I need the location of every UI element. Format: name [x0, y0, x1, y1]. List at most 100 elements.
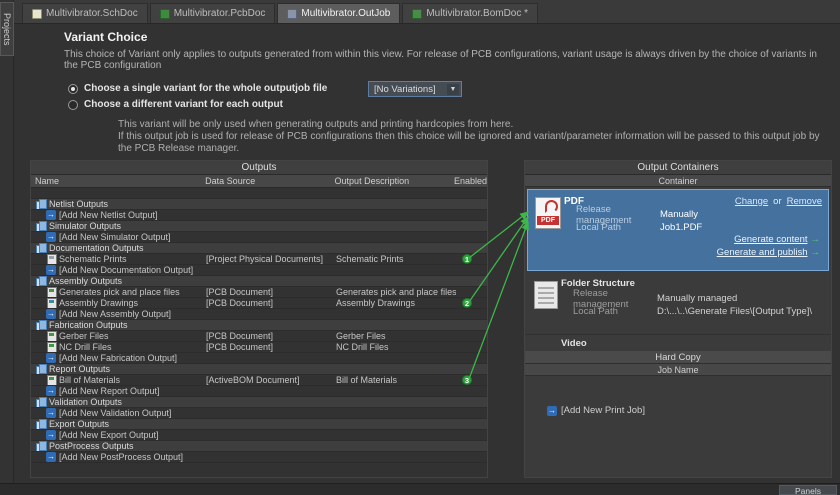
column-enabled[interactable]: Enabled [454, 176, 487, 186]
add-print-job-label: [Add New Print Job] [561, 405, 645, 416]
tab-multivibrator-pcbdoc[interactable]: Multivibrator.PcbDoc [150, 3, 276, 23]
row-name-cell: Fabrication Outputs [31, 320, 206, 330]
row-label: NC Drill Files [59, 342, 112, 352]
add-output-icon [46, 430, 56, 440]
output-row-generates-pick-and-place-files[interactable]: Generates pick and place files[PCB Docum… [31, 287, 487, 298]
remove-link[interactable]: Remove [787, 196, 822, 207]
generate-content-link[interactable]: Generate content [734, 234, 807, 245]
row-name-cell: [Add New Validation Output] [31, 408, 206, 418]
pick-and-place-icon [46, 287, 56, 297]
add-row-add-new-validation-output[interactable]: [Add New Validation Output] [31, 408, 487, 419]
category-row-simulator-outputs[interactable]: Simulator Outputs [31, 221, 487, 232]
add-row-add-new-simulator-output[interactable]: [Add New Simulator Output] [31, 232, 487, 243]
row-enabled-cell: 1 [456, 254, 487, 264]
add-row-add-new-report-output[interactable]: [Add New Report Output] [31, 386, 487, 397]
output-row-gerber-files[interactable]: Gerber Files[PCB Document]Gerber Files [31, 331, 487, 342]
add-new-print-job[interactable]: [Add New Print Job] [525, 404, 831, 417]
category-row-assembly-outputs[interactable]: Assembly Outputs [31, 276, 487, 287]
tab-multivibrator-schdoc[interactable]: Multivibrator.SchDoc [22, 3, 148, 23]
enabled-badge[interactable]: 2 [462, 298, 472, 308]
category-row-fabrication-outputs[interactable]: Fabrication Outputs [31, 320, 487, 331]
row-label: Fabrication Outputs [49, 320, 128, 330]
row-name-cell: [Add New PostProcess Output] [31, 452, 206, 462]
bom-icon [46, 375, 56, 385]
add-output-icon [46, 210, 56, 220]
row-source-cell: [Project Physical Documents] [206, 254, 336, 264]
outputs-panel-title: Outputs [31, 161, 487, 175]
category-folder-icon [36, 320, 46, 330]
row-source-cell: [PCB Document] [206, 331, 336, 341]
change-link[interactable]: Change [735, 196, 768, 207]
row-name-cell: Report Outputs [31, 364, 206, 374]
column-output-description[interactable]: Output Description [335, 176, 454, 186]
row-label: [Add New PostProcess Output] [59, 452, 183, 462]
output-row-schematic-prints[interactable]: Schematic Prints[Project Physical Docume… [31, 254, 487, 265]
category-folder-icon [36, 243, 46, 253]
local-path-value: D:\...\..\Generate Files\[Output Type]\ [657, 306, 812, 317]
row-name-cell: Assembly Drawings [31, 298, 206, 308]
enabled-badge[interactable]: 3 [462, 375, 472, 385]
category-folder-icon [36, 397, 46, 407]
category-folder-icon [36, 419, 46, 429]
output-row-nc-drill-files[interactable]: NC Drill Files[PCB Document]NC Drill Fil… [31, 342, 487, 353]
left-panel-strip: Projects [0, 0, 14, 483]
status-bar: Panels [0, 483, 840, 495]
tab-label: Multivibrator.SchDoc [46, 8, 138, 19]
folder-structure-container[interactable]: Folder Structure Release management Manu… [525, 273, 831, 335]
row-name-cell: PostProcess Outputs [31, 441, 206, 451]
add-row-add-new-assembly-output[interactable]: [Add New Assembly Output] [31, 309, 487, 320]
category-row-validation-outputs[interactable]: Validation Outputs [31, 397, 487, 408]
row-label: [Add New Fabrication Output] [59, 353, 177, 363]
row-name-cell: Validation Outputs [31, 397, 206, 407]
category-row-postprocess-outputs[interactable]: PostProcess Outputs [31, 441, 487, 452]
tab-label: Multivibrator.OutJob [301, 8, 390, 19]
variant-choice-section: Variant Choice This choice of Variant on… [50, 30, 822, 155]
outjob-editor-window: Multivibrator.SchDoc Multivibrator.PcbDoc… [0, 0, 840, 495]
column-data-source[interactable]: Data Source [205, 176, 334, 186]
tab-multivibrator-bomdoc[interactable]: Multivibrator.BomDoc * [402, 3, 538, 23]
row-name-cell: Export Outputs [31, 419, 206, 429]
single-variant-radio[interactable] [68, 84, 78, 94]
add-row-add-new-fabrication-output[interactable]: [Add New Fabrication Output] [31, 353, 487, 364]
container-header: Container [525, 175, 831, 187]
tab-multivibrator-outjob[interactable]: Multivibrator.OutJob [277, 3, 400, 23]
gerber-files-icon [46, 331, 56, 341]
panels-button[interactable]: Panels [779, 485, 837, 495]
row-name-cell: [Add New Export Output] [31, 430, 206, 440]
column-name[interactable]: Name [31, 176, 205, 186]
generate-and-publish-link[interactable]: Generate and publish [717, 247, 808, 258]
outputs-column-header: Name Data Source Output Description Enab… [31, 175, 487, 188]
add-row-add-new-postprocess-output[interactable]: [Add New PostProcess Output] [31, 452, 487, 463]
bomdoc-icon [412, 9, 422, 19]
output-row-assembly-drawings[interactable]: Assembly Drawings[PCB Document]Assembly … [31, 298, 487, 309]
output-row-bill-of-materials[interactable]: Bill of Materials[ActiveBOM Document]Bil… [31, 375, 487, 386]
per-output-variant-radio[interactable] [68, 100, 78, 110]
row-label: [Add New Simulator Output] [59, 232, 171, 242]
category-row-netlist-outputs[interactable]: Netlist Outputs [31, 199, 487, 210]
row-label: Assembly Outputs [49, 276, 122, 286]
row-desc-cell: Generates pick and place files [336, 287, 456, 297]
row-name-cell: Netlist Outputs [31, 199, 206, 209]
add-print-job-icon [547, 406, 557, 416]
category-row-report-outputs[interactable]: Report Outputs [31, 364, 487, 375]
variant-dropdown[interactable]: [No Variations] ▼ [368, 81, 462, 97]
tab-label: Multivibrator.PcbDoc [174, 8, 266, 19]
category-row-export-outputs[interactable]: Export Outputs [31, 419, 487, 430]
pdf-container[interactable]: PDF Change or Remove Release management … [527, 189, 829, 271]
hard-copy-header: Hard Copy [525, 351, 831, 364]
add-row-add-new-documentation-output[interactable]: [Add New Documentation Output] [31, 265, 487, 276]
projects-panel-tab[interactable]: Projects [0, 2, 14, 56]
row-source-cell: [PCB Document] [206, 287, 336, 297]
row-desc-cell: Schematic Prints [336, 254, 456, 264]
enabled-badge[interactable]: 1 [462, 254, 472, 264]
per-output-variant-label: Choose a different variant for each outp… [84, 99, 283, 110]
category-folder-icon [36, 199, 46, 209]
row-name-cell: NC Drill Files [31, 342, 206, 352]
row-label: [Add New Validation Output] [59, 408, 171, 418]
category-row-documentation-outputs[interactable]: Documentation Outputs [31, 243, 487, 254]
add-row-add-new-export-output[interactable]: [Add New Export Output] [31, 430, 487, 441]
add-row-add-new-netlist-output[interactable]: [Add New Netlist Output] [31, 210, 487, 221]
video-container[interactable]: Video [525, 335, 831, 351]
row-desc-cell: Gerber Files [336, 331, 456, 341]
row-label: Documentation Outputs [49, 243, 144, 253]
